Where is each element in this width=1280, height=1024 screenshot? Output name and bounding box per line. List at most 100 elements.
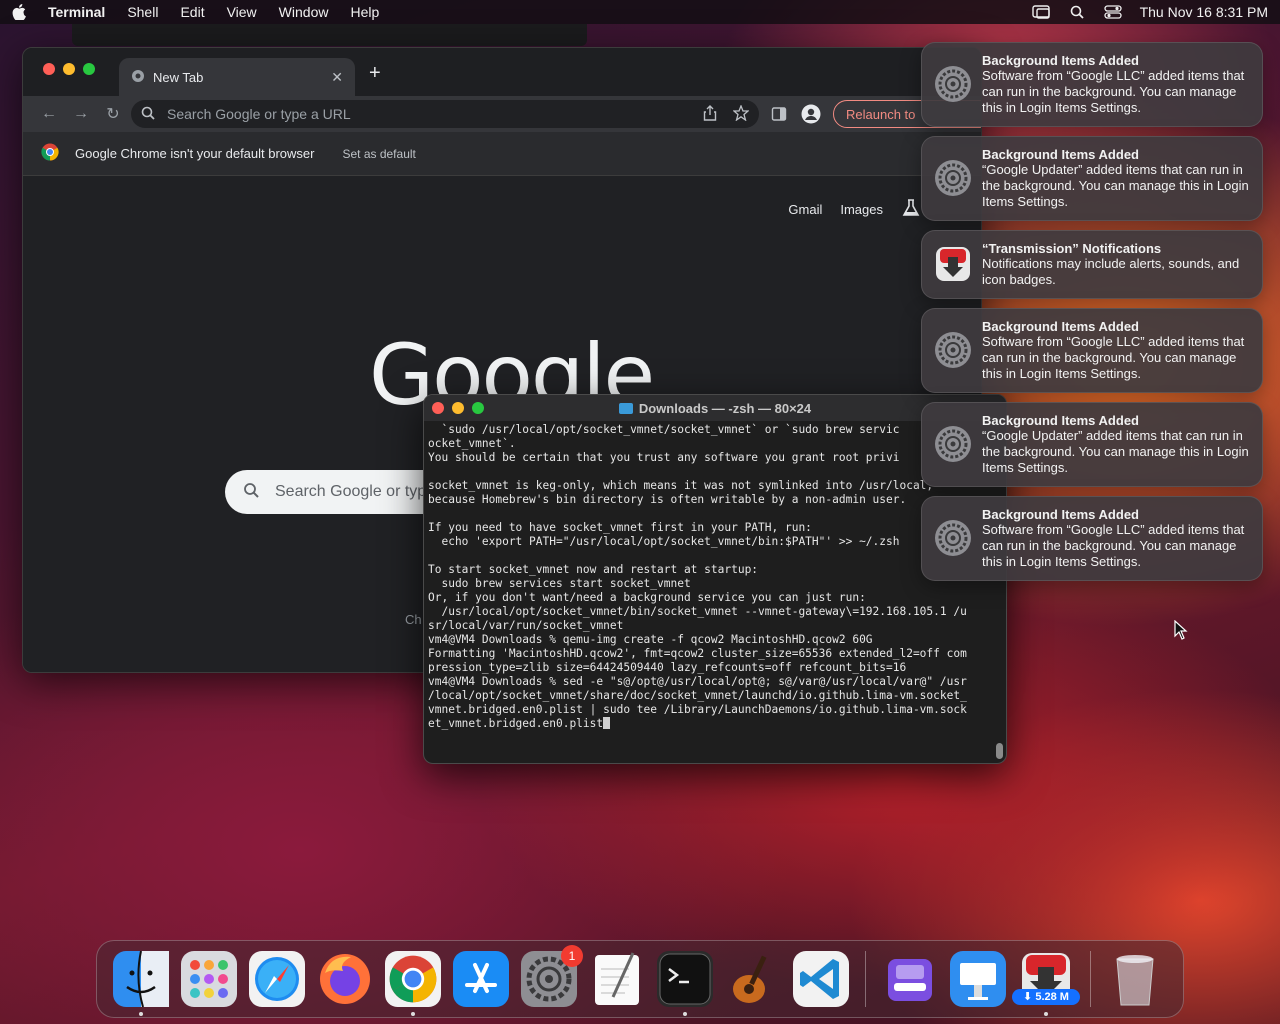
terminal-minimize-button[interactable] [452,402,464,414]
omnibox[interactable]: Search Google or type a URL [131,100,759,128]
terminal-close-button[interactable] [432,402,444,414]
firefox-icon [320,954,370,1004]
set-as-default-button[interactable]: Set as default [342,147,415,161]
terminal-title: Downloads — -zsh — 80×24 [638,400,812,416]
labs-flask-icon[interactable] [901,198,921,221]
menu-window[interactable]: Window [279,4,329,20]
running-indicator [1044,1012,1048,1016]
menu-help[interactable]: Help [350,4,379,20]
notification-title: Background Items Added [982,147,1139,162]
notification-card[interactable]: Background Items Added Software from “Go… [921,496,1263,581]
minimize-window-button[interactable] [63,63,75,75]
dock-system-settings[interactable]: 1 [521,945,583,1007]
forward-button[interactable]: → [65,105,97,123]
dock-app-store[interactable] [453,951,509,1007]
control-center-icon[interactable] [1103,5,1122,19]
notification-card[interactable]: Background Items Added Software from “Go… [921,308,1263,393]
dock-terminal[interactable] [657,951,713,1016]
terminal-scrollbar[interactable] [996,743,1003,759]
dock-chrome[interactable] [385,951,441,1016]
dock-firefox[interactable] [317,951,373,1007]
terminal-line: You should be certain that you trust any… [428,451,900,464]
new-tab-button[interactable]: + [369,62,381,85]
terminal-traffic-lights [432,402,484,414]
notification-card[interactable]: Background Items Added “Google Updater” … [921,402,1263,487]
terminal-line: because Homebrew's bin directory is ofte… [428,493,907,506]
close-window-button[interactable] [43,63,55,75]
notification-badge: 1 [561,945,583,967]
terminal-line: sudo brew services start socket_vmnet [428,577,691,590]
dock-keynote[interactable] [950,951,1006,1007]
dock-downloads-folder[interactable] [882,951,938,1007]
terminal-line: Formatting 'MacintoshHD.qcow2', fmt=qcow… [428,647,967,660]
text-cursor [603,717,611,729]
notification-body: “Google Updater” added items that can ru… [982,428,1249,475]
notification-title: Background Items Added [982,507,1139,522]
side-panel-icon[interactable] [771,106,787,127]
menu-edit[interactable]: Edit [180,4,204,20]
dock-textedit[interactable] [589,951,645,1007]
spotlight-search-icon[interactable] [1068,5,1086,19]
terminal-output[interactable]: `sudo /usr/local/opt/socket_vmnet/socket… [424,421,1006,761]
zoom-window-button[interactable] [83,63,95,75]
apple-menu-icon[interactable] [12,4,28,20]
bookmark-star-icon[interactable] [732,103,750,124]
search-icon [141,106,155,123]
running-indicator [139,1012,143,1016]
terminal-line: et_vmnet.bridged.en0.plist [428,717,1002,731]
terminal-line: echo 'export PATH="/usr/local/opt/socket… [428,535,900,548]
dock-safari[interactable] [249,951,305,1007]
menu-shell[interactable]: Shell [127,4,158,20]
background-window-strip [72,24,587,46]
close-tab-icon[interactable]: ✕ [331,69,343,86]
screen-mirroring-icon[interactable] [1031,5,1050,19]
notification-card[interactable]: “Transmission” Notifications Notificatio… [921,230,1263,299]
images-link[interactable]: Images [840,202,883,217]
tab-new-tab[interactable]: New Tab ✕ [119,58,355,96]
notification-card[interactable]: Background Items Added Software from “Go… [921,42,1263,127]
notification-card[interactable]: Background Items Added “Google Updater” … [921,136,1263,221]
terminal-line: vm4@VM4 Downloads % sed -e "s@/opt@/usr/… [428,675,967,688]
notification-title: Background Items Added [982,413,1139,428]
terminal-icon [657,951,713,1007]
system-settings-icon [934,65,972,103]
dock-launchpad[interactable] [181,951,237,1007]
chrome-traffic-lights [43,63,95,75]
mouse-pointer-icon [1174,620,1188,640]
default-browser-infobar: Google Chrome isn't your default browser… [23,132,981,176]
guitar-icon [733,955,767,1003]
ntp-shortcut-label[interactable]: Ch [405,612,422,627]
system-settings-icon [934,159,972,197]
keynote-icon [950,951,1006,1007]
terminal-titlebar: Downloads — -zsh — 80×24 [424,395,1006,421]
ntp-search-icon [243,482,259,503]
tab-title: New Tab [153,69,204,85]
share-icon[interactable] [703,104,717,124]
menu-app-name[interactable]: Terminal [48,4,105,20]
vscode-icon [793,951,849,1007]
finder-icon [113,951,169,1007]
profile-avatar-icon[interactable] [801,104,821,129]
dock-vscode[interactable] [793,951,849,1007]
running-indicator [411,1012,415,1016]
notification-body: Notifications may include alerts, sounds… [982,256,1240,287]
back-button[interactable]: ← [33,105,65,123]
terminal-line: vm4@VM4 Downloads % qemu-img create -f q… [428,633,873,646]
notification-body: Software from “Google LLC” added items t… [982,334,1245,381]
dock-trash[interactable] [1107,951,1163,1007]
terminal-line: vmnet.bridged.en0.plist | sudo tee /Libr… [428,703,967,716]
omnibox-placeholder: Search Google or type a URL [167,106,351,122]
menu-view[interactable]: View [227,4,257,20]
menu-clock[interactable]: Thu Nov 16 8:31 PM [1140,4,1268,20]
running-indicator [683,1012,687,1016]
dock-transmission[interactable]: ⬇ 5.28 M [1012,951,1080,1016]
dock-garageband[interactable] [725,951,781,1007]
terminal-zoom-button[interactable] [472,402,484,414]
gmail-link[interactable]: Gmail [788,202,822,217]
terminal-line: `sudo /usr/local/opt/socket_vmnet/socket… [428,423,900,436]
terminal-line: socket_vmnet is keg-only, which means it… [428,479,934,492]
dock-finder[interactable] [113,951,169,1016]
reload-button[interactable]: ↻ [97,104,129,124]
